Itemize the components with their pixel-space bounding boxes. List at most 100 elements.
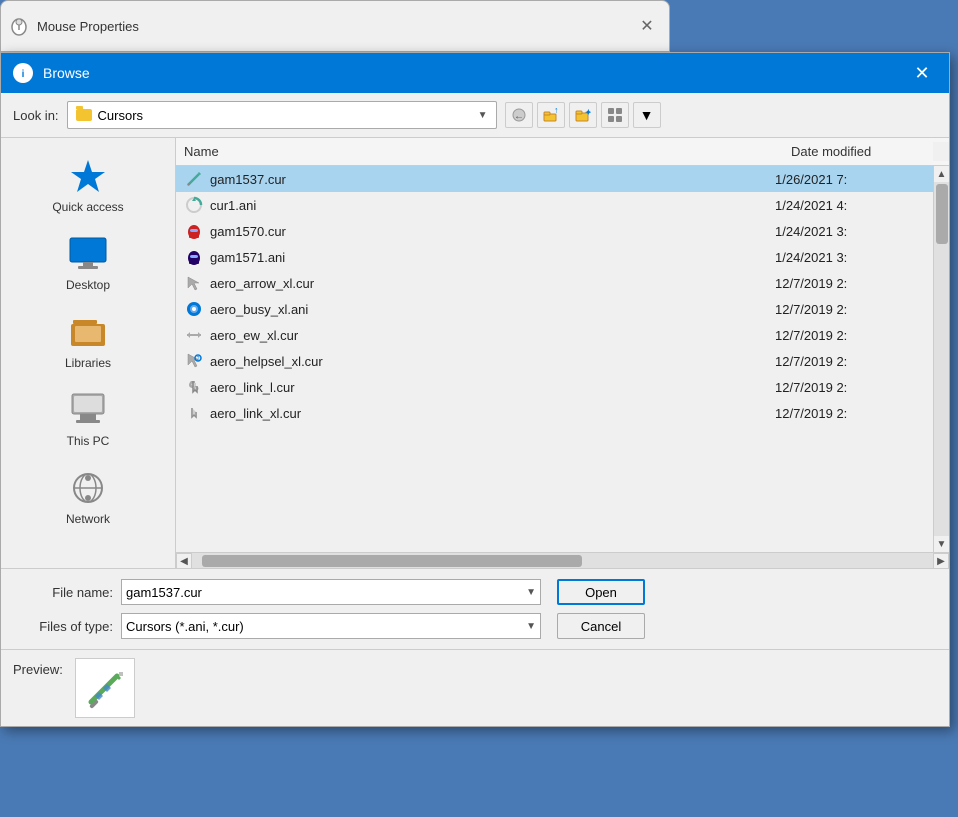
browse-title-icon: i [13, 63, 33, 83]
filename-row: File name: ▼ Open [13, 579, 937, 605]
toolbar-buttons: ← ↑ ✦ [505, 102, 661, 128]
mouse-properties-window: Mouse Properties ✕ [0, 0, 670, 52]
table-row[interactable]: aero_link_xl.cur 12/7/2019 2: [176, 400, 933, 426]
cancel-button-container: Cancel [557, 613, 645, 639]
svg-text:?: ? [197, 356, 200, 362]
file-date: 12/7/2019 2: [775, 276, 925, 291]
sidebar-label-desktop: Desktop [66, 278, 110, 292]
file-name: gam1537.cur [210, 172, 775, 187]
preview-box [75, 658, 135, 718]
browse-close-button[interactable]: ✕ [907, 58, 937, 88]
table-row[interactable]: gam1570.cur 1/24/2021 3: [176, 218, 933, 244]
files-of-type-value: Cursors (*.ani, *.cur) [126, 619, 522, 634]
file-icon-arrow [184, 273, 204, 293]
up-folder-button[interactable]: ↑ [537, 102, 565, 128]
sidebar-item-network[interactable]: Network [1, 458, 175, 536]
svg-text:↑: ↑ [554, 107, 559, 115]
horizontal-scrollbar[interactable]: ◀ ▶ [176, 552, 949, 568]
scroll-left-arrow[interactable]: ◀ [176, 553, 192, 568]
file-icon-link-xl [184, 403, 204, 423]
network-icon [68, 468, 108, 508]
table-row[interactable]: ? aero_helpsel_xl.cur 12/7/2019 2: [176, 348, 933, 374]
scroll-thumb[interactable] [936, 184, 948, 244]
file-list-area: Name Date modified [176, 138, 949, 568]
mouse-properties-close[interactable]: ✕ [633, 12, 661, 40]
view-button[interactable] [601, 102, 629, 128]
browse-content: Quick access Desktop [1, 138, 949, 568]
file-name: aero_ew_xl.cur [210, 328, 775, 343]
action-buttons: Open [557, 579, 645, 605]
look-in-label: Look in: [13, 108, 59, 123]
sidebar-item-quick-access[interactable]: Quick access [1, 146, 175, 224]
libraries-icon [68, 312, 108, 352]
table-row[interactable]: aero_ew_xl.cur 12/7/2019 2: [176, 322, 933, 348]
file-date: 1/26/2021 7: [775, 172, 925, 187]
svg-text:←: ← [514, 111, 524, 122]
file-name: gam1571.ani [210, 250, 775, 265]
look-in-dropdown[interactable]: Cursors ▼ [67, 101, 497, 129]
file-date: 12/7/2019 2: [775, 354, 925, 369]
svg-text:✦: ✦ [585, 108, 591, 117]
browse-toolbar: Look in: Cursors ▼ ← ↑ [1, 93, 949, 138]
table-row[interactable]: gam1571.ani 1/24/2021 3: [176, 244, 933, 270]
file-name: aero_busy_xl.ani [210, 302, 775, 317]
this-pc-icon [68, 390, 108, 430]
cancel-button[interactable]: Cancel [557, 613, 645, 639]
look-in-value: Cursors [98, 108, 144, 123]
folder-icon [76, 109, 92, 121]
open-button[interactable]: Open [557, 579, 645, 605]
file-icon-spinner [184, 195, 204, 215]
table-row[interactable]: aero_busy_xl.ani 12/7/2019 2: [176, 296, 933, 322]
file-date: 12/7/2019 2: [775, 328, 925, 343]
table-row[interactable]: cur1.ani 1/24/2021 4: [176, 192, 933, 218]
column-name: Name [176, 142, 783, 161]
h-scroll-thumb[interactable] [202, 555, 582, 567]
sidebar-item-this-pc[interactable]: This PC [1, 380, 175, 458]
files-of-type-input-container[interactable]: Cursors (*.ani, *.cur) ▼ [121, 613, 541, 639]
file-name-input[interactable] [126, 585, 522, 600]
preview-label: Preview: [13, 658, 63, 677]
table-row[interactable]: gam1537.cur 1/26/2021 7: [176, 166, 933, 192]
file-date: 12/7/2019 2: [775, 406, 925, 421]
file-date: 12/7/2019 2: [775, 302, 925, 317]
scrollbar-corner [933, 142, 949, 161]
preview-cursor-icon [81, 664, 129, 712]
sidebar-item-libraries[interactable]: Libraries [1, 302, 175, 380]
back-button[interactable]: ← [505, 102, 533, 128]
scroll-right-arrow[interactable]: ▶ [933, 553, 949, 568]
sidebar-label-this-pc: This PC [67, 434, 110, 448]
h-scroll-track[interactable] [192, 553, 933, 568]
browse-titlebar: i Browse ✕ [1, 53, 949, 93]
file-date: 1/24/2021 3: [775, 250, 925, 265]
file-name-input-container[interactable]: ▼ [121, 579, 541, 605]
table-row[interactable]: aero_link_l.cur 12/7/2019 2: [176, 374, 933, 400]
vertical-scrollbar[interactable]: ▲ ▼ [933, 166, 949, 552]
file-list-container: gam1537.cur 1/26/2021 7: cur1.ani [176, 166, 949, 552]
preview-area: Preview: [1, 649, 949, 726]
file-date: 1/24/2021 3: [775, 224, 925, 239]
scroll-track[interactable] [934, 182, 950, 536]
filetype-row: Files of type: Cursors (*.ani, *.cur) ▼ … [13, 613, 937, 639]
table-row[interactable]: aero_arrow_xl.cur 12/7/2019 2: [176, 270, 933, 296]
file-list: gam1537.cur 1/26/2021 7: cur1.ani [176, 166, 933, 552]
sidebar-label-quick-access: Quick access [52, 200, 123, 214]
new-folder-button[interactable]: ✦ [569, 102, 597, 128]
sidebar-item-desktop[interactable]: Desktop [1, 224, 175, 302]
file-name: cur1.ani [210, 198, 775, 213]
nav-sidebar: Quick access Desktop [1, 138, 176, 568]
file-icon-ew [184, 325, 204, 345]
browse-bottom-controls: File name: ▼ Open Files of type: Cursors… [1, 568, 949, 649]
file-name: aero_arrow_xl.cur [210, 276, 775, 291]
view-dropdown-button[interactable]: ▼ [633, 102, 661, 128]
file-date: 12/7/2019 2: [775, 380, 925, 395]
browse-dialog: i Browse ✕ Look in: Cursors ▼ ← [0, 52, 950, 727]
scroll-up-arrow[interactable]: ▲ [934, 166, 950, 182]
file-icon-busy [184, 299, 204, 319]
file-list-header: Name Date modified [176, 138, 949, 166]
scroll-down-arrow[interactable]: ▼ [934, 536, 950, 552]
file-icon-link [184, 377, 204, 397]
file-icon-among [184, 221, 204, 241]
sidebar-label-network: Network [66, 512, 110, 526]
filename-dropdown-arrow: ▼ [526, 587, 536, 598]
file-name: aero_link_xl.cur [210, 406, 775, 421]
